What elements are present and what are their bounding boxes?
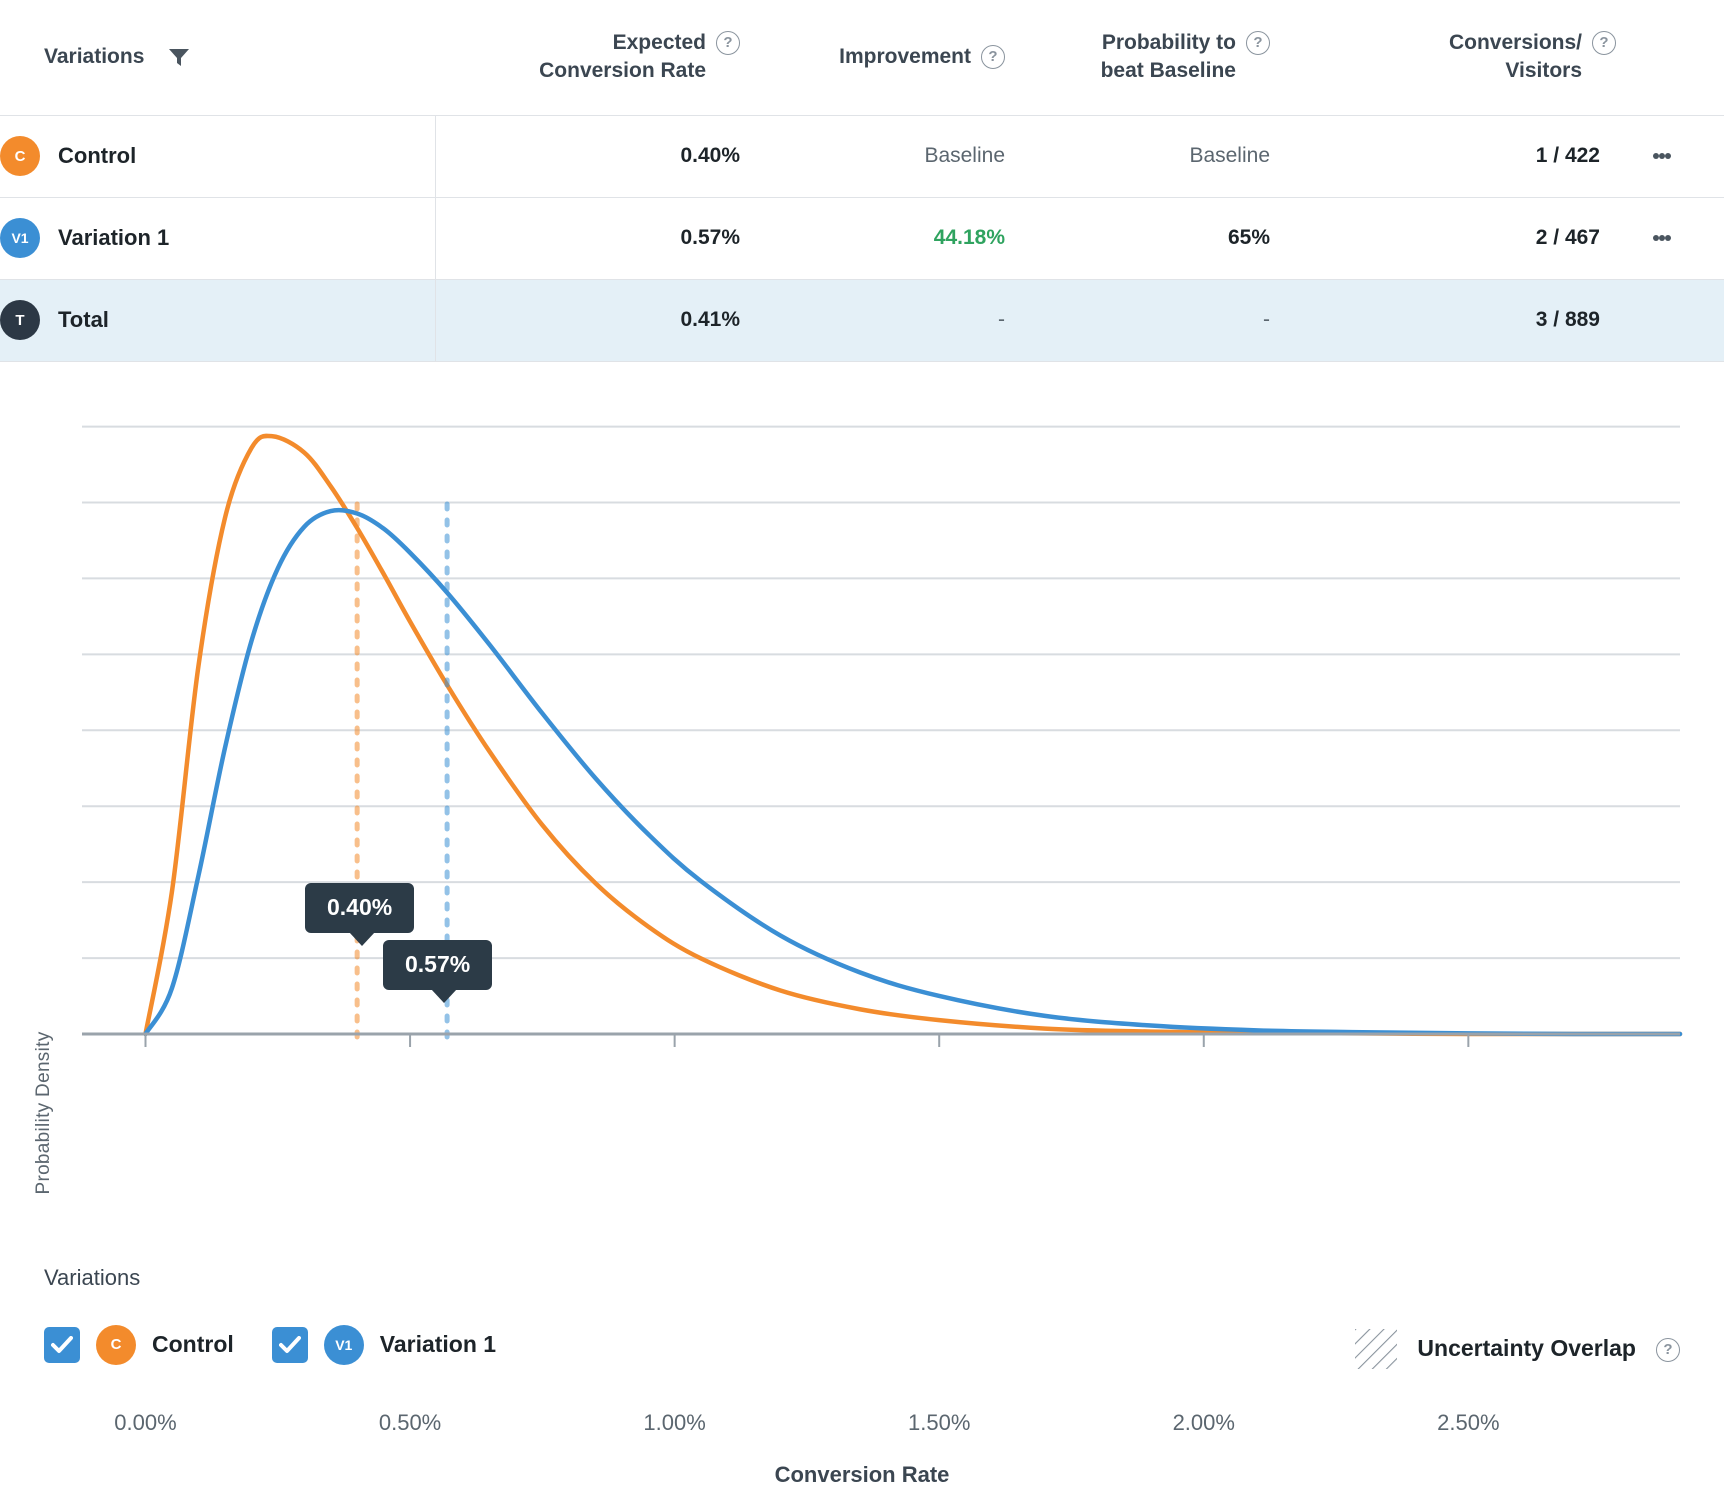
column-header-ecr-label: ExpectedConversion Rate bbox=[539, 29, 706, 86]
chart-y-axis-label: Probability Density bbox=[33, 983, 55, 1243]
cell-improvement: Baseline bbox=[740, 115, 1005, 197]
variation-badge: T bbox=[0, 300, 40, 340]
variation-name: Variation 1 bbox=[58, 225, 169, 251]
cell-probability-to-beat-baseline: Baseline bbox=[1005, 115, 1270, 197]
cell-conversions-visitors: 1 / 422 bbox=[1270, 115, 1600, 197]
chart-curves bbox=[146, 435, 1681, 1033]
uncertainty-overlap-label: Uncertainty Overlap bbox=[1417, 1335, 1636, 1362]
legend-label-variation-1: Variation 1 bbox=[380, 1331, 496, 1358]
variation-name: Total bbox=[58, 307, 109, 333]
cell-row-menu bbox=[1600, 197, 1724, 279]
curve-variation-1 bbox=[146, 510, 1681, 1034]
table-row[interactable]: C Control 0.40% Baseline Baseline 1 / 42… bbox=[0, 115, 1724, 197]
cell-row-menu-empty bbox=[1600, 279, 1724, 361]
row-variation-name-cell: C Control bbox=[0, 115, 435, 197]
variations-results-table: Variations ExpectedConversion Rate ? Imp… bbox=[0, 0, 1724, 362]
chart-x-axis-label: Conversion Rate bbox=[0, 1462, 1724, 1488]
chart-gridlines bbox=[82, 426, 1680, 958]
column-header-improvement: Improvement ? bbox=[740, 0, 1005, 115]
column-header-expected-conversion-rate: ExpectedConversion Rate ? bbox=[435, 0, 740, 115]
cell-probability-to-beat-baseline: 65% bbox=[1005, 197, 1270, 279]
legend-title: Variations bbox=[44, 1265, 140, 1291]
cell-conversions-visitors: 3 / 889 bbox=[1270, 279, 1600, 361]
row-menu-icon[interactable] bbox=[1600, 150, 1724, 162]
chart-canvas bbox=[0, 362, 1724, 1247]
legend-badge-variation-1: V1 bbox=[324, 1325, 364, 1365]
table-header: Variations ExpectedConversion Rate ? Imp… bbox=[0, 0, 1724, 115]
cell-improvement: 44.18% bbox=[740, 197, 1005, 279]
help-icon-conversions[interactable]: ? bbox=[1592, 31, 1616, 55]
help-icon-expected-conversion-rate[interactable]: ? bbox=[716, 31, 740, 55]
help-icon-probability[interactable]: ? bbox=[1246, 31, 1270, 55]
cell-expected-conversion-rate: 0.41% bbox=[435, 279, 740, 361]
help-icon-improvement[interactable]: ? bbox=[981, 45, 1005, 69]
cell-improvement: - bbox=[740, 279, 1005, 361]
tooltip-variation-mode: 0.57% bbox=[383, 940, 492, 990]
variation-badge: V1 bbox=[0, 218, 40, 258]
filter-icon[interactable] bbox=[168, 47, 190, 67]
column-header-probability-label: Probability tobeat Baseline bbox=[1101, 29, 1236, 86]
variation-badge: C bbox=[0, 136, 40, 176]
row-variation-name-cell: T Total bbox=[0, 279, 435, 361]
legend-label-control: Control bbox=[152, 1331, 234, 1358]
column-header-variations-label: Variations bbox=[44, 43, 144, 71]
cell-expected-conversion-rate: 0.57% bbox=[435, 197, 740, 279]
column-header-probability-to-beat-baseline: Probability tobeat Baseline ? bbox=[1005, 0, 1270, 115]
help-icon-uncertainty-overlap[interactable]: ? bbox=[1656, 1338, 1680, 1362]
uncertainty-overlap-legend: Uncertainty Overlap ? bbox=[1355, 1329, 1680, 1369]
checkbox-variation-1[interactable] bbox=[272, 1327, 308, 1363]
column-header-conversions-label: Conversions/Visitors bbox=[1449, 29, 1582, 86]
cell-row-menu bbox=[1600, 115, 1724, 197]
cell-probability-to-beat-baseline: - bbox=[1005, 279, 1270, 361]
cell-expected-conversion-rate: 0.40% bbox=[435, 115, 740, 197]
legend-badge-control: C bbox=[96, 1325, 136, 1365]
row-variation-name-cell: V1 Variation 1 bbox=[0, 197, 435, 279]
tooltip-control-mode: 0.40% bbox=[305, 883, 414, 933]
checkbox-control[interactable] bbox=[44, 1327, 80, 1363]
table-row-total: T Total 0.41% - - 3 / 889 bbox=[0, 279, 1724, 361]
table-row[interactable]: V1 Variation 1 0.57% 44.18% 65% 2 / 467 bbox=[0, 197, 1724, 279]
column-header-variations: Variations bbox=[0, 0, 435, 115]
legend-item-variation-1[interactable]: V1 Variation 1 bbox=[272, 1325, 496, 1365]
column-header-conversions-visitors: Conversions/Visitors ? bbox=[1270, 0, 1724, 115]
column-header-improvement-label: Improvement bbox=[839, 43, 971, 71]
table-body: C Control 0.40% Baseline Baseline 1 / 42… bbox=[0, 115, 1724, 361]
row-menu-icon[interactable] bbox=[1600, 232, 1724, 244]
chart-legend: Variations C Control V1 Variation 1 bbox=[0, 1247, 1724, 1437]
probability-density-chart: 0.40% 0.57% Probability Density 0.00%0.5… bbox=[0, 362, 1724, 1247]
legend-item-control[interactable]: C Control bbox=[44, 1325, 234, 1365]
hatch-pattern-icon bbox=[1355, 1329, 1397, 1369]
variation-name: Control bbox=[58, 143, 136, 169]
cell-conversions-visitors: 2 / 467 bbox=[1270, 197, 1600, 279]
